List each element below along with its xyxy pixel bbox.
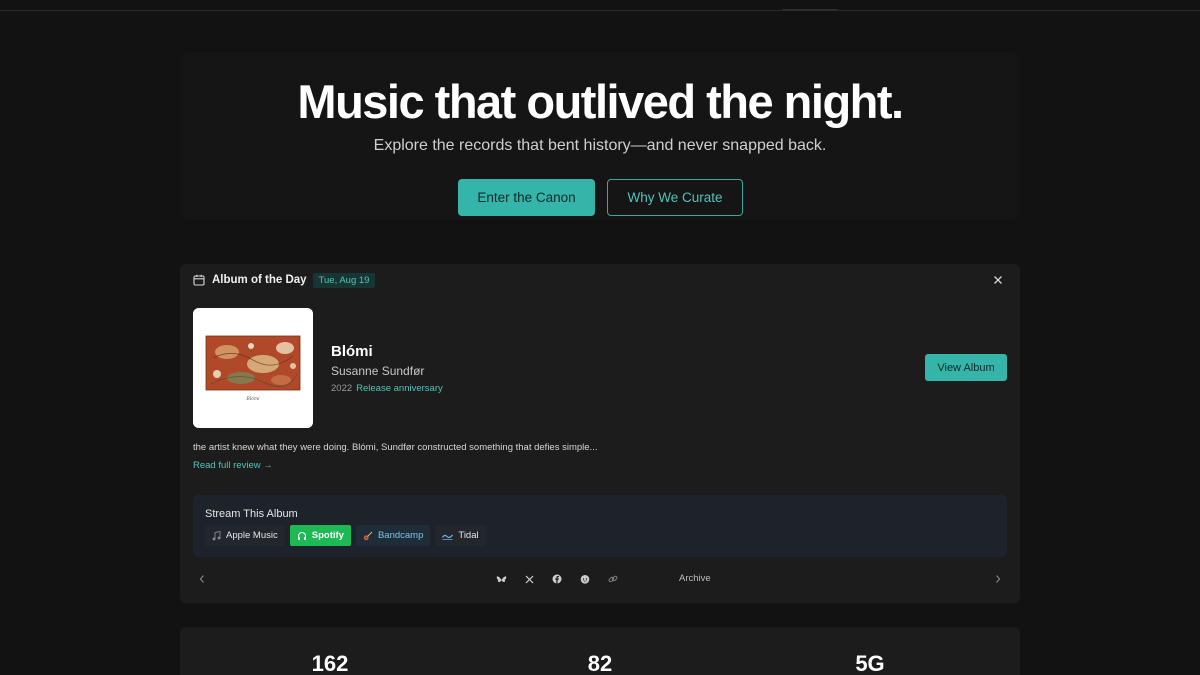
wave-icon <box>442 531 454 540</box>
cover-caption: Blómi <box>245 395 260 402</box>
bandcamp-label: Bandcamp <box>377 530 424 541</box>
apple-music-label: Apple Music <box>226 530 278 541</box>
enter-canon-button[interactable]: Enter the Canon <box>458 179 595 216</box>
read-full-review-link[interactable]: Read full review → <box>193 460 273 471</box>
stream-panel: Stream This Album Apple Music Spotify Ba… <box>193 495 1007 557</box>
date-badge: Tue, Aug 19 <box>312 272 376 288</box>
album-title[interactable]: Blómi <box>331 343 373 360</box>
apple-music-button[interactable]: Apple Music <box>205 525 285 546</box>
album-cover-art: Blómi <box>193 308 313 428</box>
stream-buttons: Apple Music Spotify Bandcamp Tidal <box>205 525 486 546</box>
nav-indicator <box>782 9 838 11</box>
anniversary-tag: Release anniversary <box>356 383 443 394</box>
tidal-label: Tidal <box>458 530 479 541</box>
music-note-icon <box>212 530 221 541</box>
bandcamp-button[interactable]: Bandcamp <box>355 525 431 546</box>
album-of-the-day-card: Album of the Day Tue, Aug 19 Blómi Blómi… <box>180 264 1020 603</box>
chevron-right-icon[interactable] <box>992 573 1004 585</box>
card-heading: Album of the Day <box>212 274 307 286</box>
close-icon[interactable] <box>991 273 1005 287</box>
hero-section: Music that outlived the night. Explore t… <box>180 52 1020 220</box>
card-header: Album of the Day Tue, Aug 19 <box>193 272 376 288</box>
album-meta: 2022 Release anniversary <box>331 383 443 394</box>
link-icon[interactable] <box>607 573 619 585</box>
why-we-curate-button[interactable]: Why We Curate <box>607 179 743 216</box>
album-cover[interactable]: Blómi <box>193 308 313 428</box>
review-excerpt: the artist knew what they were doing. Bl… <box>193 442 598 453</box>
stats-section: 162 82 5G <box>180 627 1020 675</box>
stat-value: 82 <box>587 651 613 675</box>
calendar-icon <box>193 274 205 286</box>
guitar-icon <box>363 531 373 541</box>
stream-title: Stream This Album <box>205 508 298 520</box>
spotify-button[interactable]: Spotify <box>289 525 351 546</box>
stat-value: 162 <box>311 651 349 675</box>
album-artist[interactable]: Susanne Sundfør <box>331 364 424 378</box>
card-footer: Archive <box>180 569 1020 589</box>
tidal-button[interactable]: Tidal <box>435 525 486 546</box>
facebook-icon[interactable] <box>551 573 563 585</box>
album-year: 2022 <box>331 383 353 394</box>
stat-value: 5G <box>855 651 885 675</box>
x-icon[interactable] <box>523 573 535 585</box>
chevron-left-icon[interactable] <box>196 573 208 585</box>
archive-link[interactable]: Archive <box>679 573 711 584</box>
top-divider <box>0 9 1200 11</box>
hero-title: Music that outlived the night. <box>297 75 904 128</box>
spotify-label: Spotify <box>311 530 344 541</box>
view-album-button[interactable]: View Album <box>925 354 1007 381</box>
headphones-icon <box>297 531 307 541</box>
hero-subtitle: Explore the records that bent history—an… <box>373 137 827 154</box>
bluesky-icon[interactable] <box>495 573 507 585</box>
reddit-icon[interactable] <box>579 573 591 585</box>
